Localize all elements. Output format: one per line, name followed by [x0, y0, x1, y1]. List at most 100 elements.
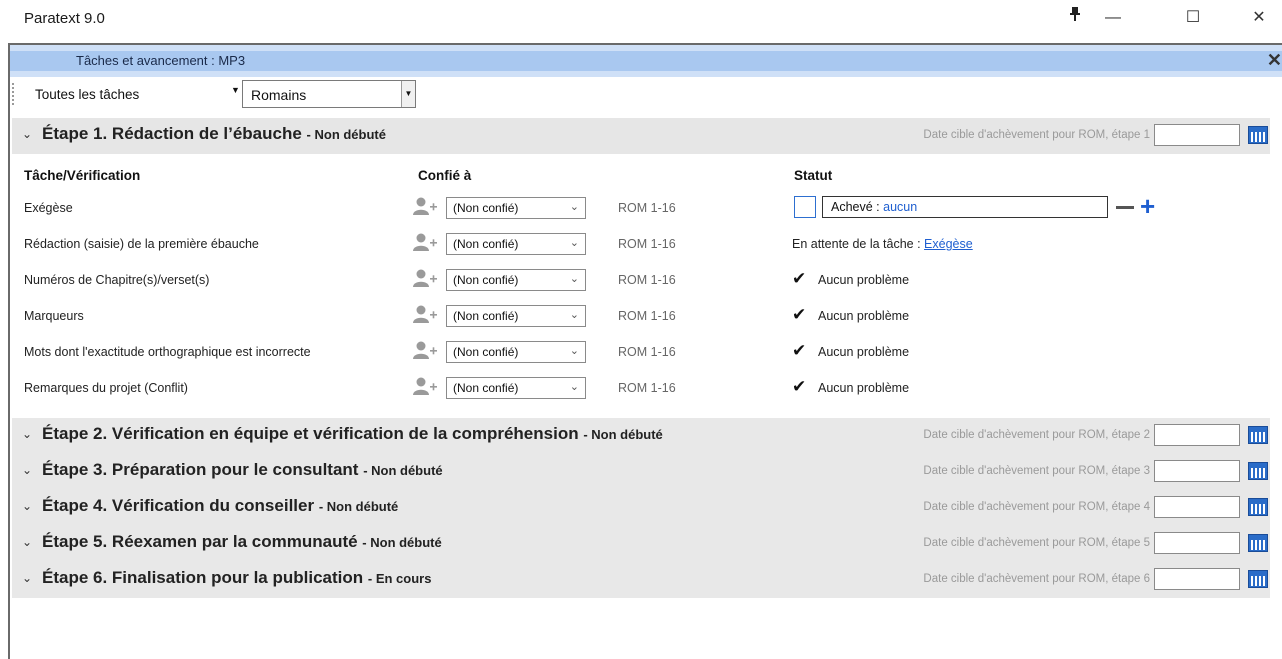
- minimize-icon[interactable]: —: [1098, 4, 1128, 32]
- calendar-icon[interactable]: [1248, 570, 1268, 588]
- stage-status: - Non débuté: [362, 535, 442, 550]
- maximize-icon[interactable]: ☐: [1178, 4, 1208, 32]
- toolbar: Toutes les tâches ▼ Romains ▼: [10, 77, 1282, 113]
- task-status: Aucun problème: [818, 273, 910, 287]
- column-header-assigned: Confié à: [418, 168, 472, 183]
- stages-list: ⌄ Étape 1. Rédaction de l’ébauche - Non …: [12, 118, 1270, 598]
- status-field[interactable]: Achevé : aucun: [822, 196, 1108, 218]
- checkmark-icon: ✔: [792, 377, 807, 396]
- assign-user-icon[interactable]: [412, 268, 438, 288]
- chevron-down-icon: ⌄: [569, 345, 579, 357]
- chevron-down-icon[interactable]: ⌄: [22, 427, 32, 441]
- table-row: Rédaction (saisie) de la première ébauch…: [12, 226, 1270, 262]
- task-filter-dropdown[interactable]: Toutes les tâches: [35, 87, 139, 102]
- calendar-icon[interactable]: [1248, 534, 1268, 552]
- chevron-down-icon[interactable]: ⌄: [22, 571, 32, 585]
- book-select-value: Romains: [251, 87, 307, 103]
- pane-header: Tâches et avancement : MP3 ✕: [10, 45, 1282, 77]
- table-row: Numéros de Chapitre(s)/verset(s) (Non co…: [12, 262, 1270, 298]
- task-status: Aucun problème: [818, 309, 910, 323]
- dropdown-arrow-icon[interactable]: ▼: [231, 85, 240, 95]
- calendar-icon[interactable]: [1248, 126, 1268, 144]
- table-row: Marqueurs (Non confié) ⌄ ROM 1-16 ✔ Aucu…: [12, 298, 1270, 334]
- status-checkbox[interactable]: [794, 196, 816, 218]
- stage-status: - En cours: [367, 571, 432, 586]
- status-link[interactable]: aucun: [883, 200, 917, 214]
- chevron-down-icon[interactable]: ⌄: [22, 499, 32, 513]
- task-scope: ROM 1-16: [618, 237, 676, 251]
- toolbar-grip[interactable]: [12, 83, 15, 105]
- chevron-down-icon: ⌄: [569, 201, 579, 213]
- assign-select[interactable]: (Non confié) ⌄: [446, 233, 586, 255]
- stage-header[interactable]: ⌄ Étape 6. Finalisation pour la publicat…: [12, 562, 1270, 598]
- chevron-down-icon[interactable]: ⌄: [22, 127, 32, 141]
- task-scope: ROM 1-16: [618, 273, 676, 287]
- stage-title: Étape 5. Réexamen par la communauté: [42, 532, 358, 551]
- assign-user-icon[interactable]: [412, 340, 438, 360]
- task-name: Remarques du projet (Conflit): [24, 381, 188, 395]
- checkmark-icon: ✔: [792, 341, 807, 360]
- stage-status: - Non débuté: [306, 127, 386, 142]
- assign-user-icon[interactable]: [412, 304, 438, 324]
- stage-title: Étape 4. Vérification du conseiller: [42, 496, 315, 515]
- status-link[interactable]: Exégèse: [924, 237, 973, 251]
- calendar-icon[interactable]: [1248, 426, 1268, 444]
- target-date-input[interactable]: [1154, 424, 1240, 446]
- task-scope: ROM 1-16: [618, 201, 676, 215]
- table-row: Exégèse (Non confié) ⌄ ROM 1-16 Achevé :…: [12, 190, 1270, 226]
- add-button[interactable]: +: [1140, 193, 1155, 219]
- close-icon[interactable]: ✕: [1244, 4, 1274, 32]
- checkmark-icon: ✔: [792, 305, 807, 324]
- calendar-icon[interactable]: [1248, 498, 1268, 516]
- assign-select[interactable]: (Non confié) ⌄: [446, 377, 586, 399]
- task-scope: ROM 1-16: [618, 381, 676, 395]
- target-date-label: Date cible d'achèvement pour ROM, étape …: [923, 129, 1150, 141]
- target-date-input[interactable]: [1154, 496, 1240, 518]
- task-name: Exégèse: [24, 201, 73, 215]
- assign-select[interactable]: (Non confié) ⌄: [446, 305, 586, 327]
- stage-header[interactable]: ⌄ Étape 3. Préparation pour le consultan…: [12, 454, 1270, 490]
- pin-icon[interactable]: [1060, 4, 1090, 32]
- task-status: En attente de la tâche : Exégèse: [792, 237, 973, 251]
- stage-title: Étape 2. Vérification en équipe et vérif…: [42, 424, 579, 443]
- target-date-input[interactable]: [1154, 532, 1240, 554]
- assign-user-icon[interactable]: [412, 376, 438, 396]
- target-date-input[interactable]: [1154, 568, 1240, 590]
- task-name: Marqueurs: [24, 309, 84, 323]
- stage-header[interactable]: ⌄ Étape 1. Rédaction de l’ébauche - Non …: [12, 118, 1270, 154]
- title-bar: Paratext 9.0 — ☐ ✕: [0, 0, 1282, 38]
- assign-select[interactable]: (Non confié) ⌄: [446, 197, 586, 219]
- stage-title: Étape 6. Finalisation pour la publicatio…: [42, 568, 364, 587]
- stage-status: - Non débuté: [363, 463, 443, 478]
- target-date-label: Date cible d'achèvement pour ROM, étape …: [923, 429, 1150, 441]
- column-header-status: Statut: [794, 168, 833, 183]
- book-select[interactable]: Romains ▼: [242, 80, 416, 108]
- task-name: Numéros de Chapitre(s)/verset(s): [24, 273, 210, 287]
- table-row: Mots dont l'exactitude orthographique es…: [12, 334, 1270, 370]
- assign-user-icon[interactable]: [412, 196, 438, 216]
- task-scope: ROM 1-16: [618, 309, 676, 323]
- chevron-down-icon: ⌄: [569, 273, 579, 285]
- chevron-down-icon[interactable]: ⌄: [22, 535, 32, 549]
- target-date-input[interactable]: [1154, 124, 1240, 146]
- calendar-icon[interactable]: [1248, 462, 1268, 480]
- target-date-input[interactable]: [1154, 460, 1240, 482]
- chevron-down-icon[interactable]: ⌄: [22, 463, 32, 477]
- stage-title: Étape 3. Préparation pour le consultant: [42, 460, 359, 479]
- target-date-label: Date cible d'achèvement pour ROM, étape …: [923, 465, 1150, 477]
- remove-button[interactable]: [1116, 206, 1134, 209]
- chevron-down-icon: ⌄: [569, 309, 579, 321]
- assign-select[interactable]: (Non confié) ⌄: [446, 341, 586, 363]
- pane-close-icon[interactable]: ✕: [1267, 50, 1282, 71]
- assign-select[interactable]: (Non confié) ⌄: [446, 269, 586, 291]
- dropdown-arrow-icon[interactable]: ▼: [401, 81, 415, 107]
- table-row: Remarques du projet (Conflit) (Non confi…: [12, 370, 1270, 406]
- stage-header[interactable]: ⌄ Étape 4. Vérification du conseiller - …: [12, 490, 1270, 526]
- target-date-label: Date cible d'achèvement pour ROM, étape …: [923, 573, 1150, 585]
- stage-header[interactable]: ⌄ Étape 5. Réexamen par la communauté - …: [12, 526, 1270, 562]
- task-status: Aucun problème: [818, 345, 910, 359]
- task-name: Mots dont l'exactitude orthographique es…: [24, 345, 311, 359]
- assign-user-icon[interactable]: [412, 232, 438, 252]
- pane-title: Tâches et avancement : MP3: [76, 53, 246, 68]
- stage-header[interactable]: ⌄ Étape 2. Vérification en équipe et vér…: [12, 418, 1270, 454]
